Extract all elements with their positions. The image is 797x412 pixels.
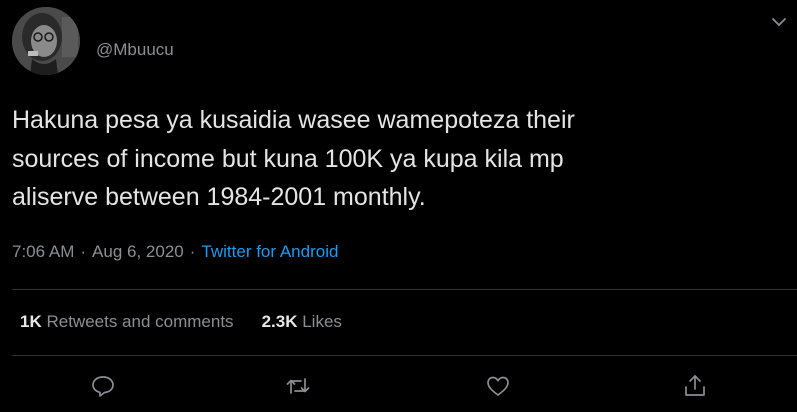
avatar[interactable] [12, 7, 80, 75]
retweets-label: Retweets and comments [46, 312, 234, 331]
tweet-meta: 7:06 AM · Aug 6, 2020 · Twitter for Android [12, 242, 338, 262]
likes-stat[interactable]: 2.3K Likes [262, 312, 342, 331]
tweet-text: Hakuna pesa ya kusaidia wasee wamepoteza… [12, 106, 575, 211]
chevron-down-icon[interactable] [769, 12, 789, 32]
meta-separator: · [189, 242, 196, 261]
retweet-icon[interactable] [283, 371, 313, 401]
meta-separator: · [80, 242, 87, 261]
retweets-stat[interactable]: 1K Retweets and comments [20, 312, 234, 331]
heart-icon[interactable] [483, 371, 513, 401]
divider [12, 289, 797, 290]
likes-count: 2.3K [261, 312, 298, 331]
user-handle[interactable]: @Mbuucu [96, 40, 174, 60]
reply-icon[interactable] [88, 371, 118, 401]
avatar-image [12, 7, 80, 75]
share-icon[interactable] [680, 371, 710, 401]
tweet-date[interactable]: Aug 6, 2020 [92, 242, 184, 261]
likes-label: Likes [302, 312, 342, 331]
tweet-time[interactable]: 7:06 AM [12, 242, 74, 261]
tweet-source-link[interactable]: Twitter for Android [201, 242, 338, 261]
retweets-count: 1K [20, 312, 42, 331]
tweet-card: @Mbuucu Hakuna pesa ya kusaidia wasee wa… [0, 0, 797, 412]
divider [12, 355, 797, 356]
engagement-stats: 1K Retweets and comments 2.3K Likes [20, 312, 342, 332]
